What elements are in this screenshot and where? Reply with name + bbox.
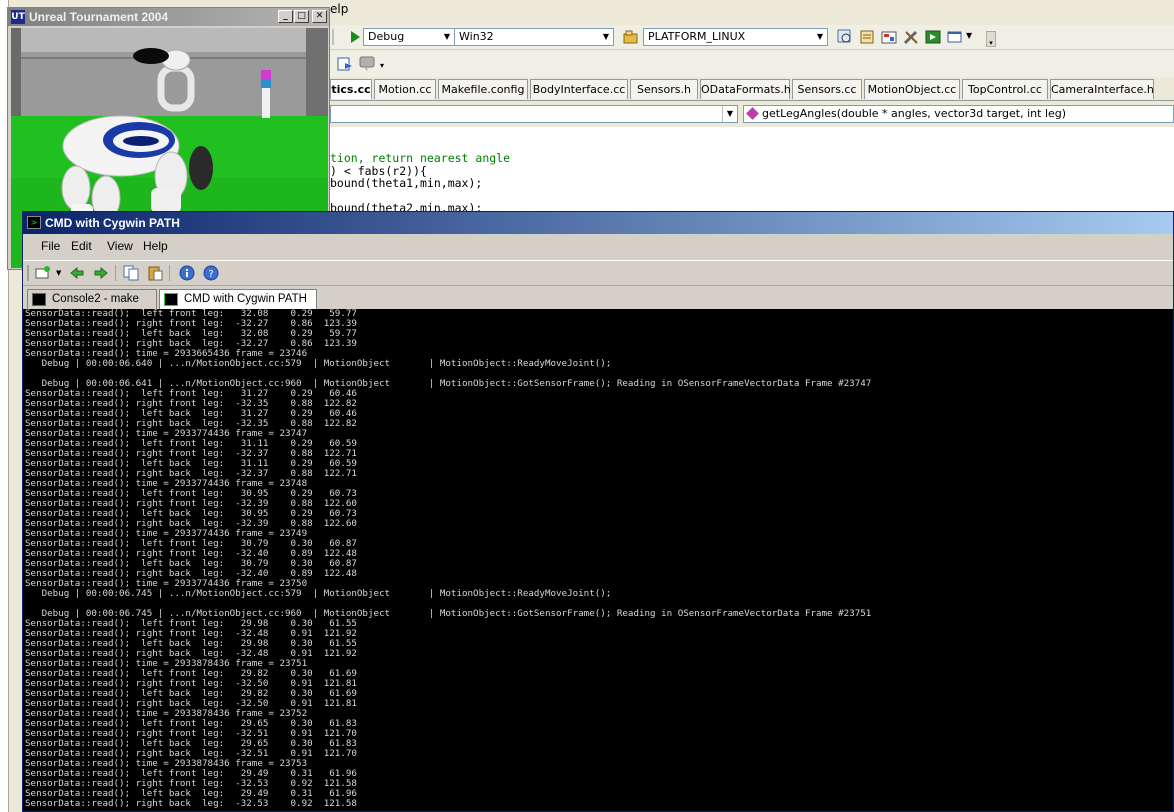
svg-text:?: ? (208, 269, 213, 280)
build-icon[interactable] (924, 28, 942, 46)
console-app-icon: > (27, 216, 41, 229)
find-combo[interactable]: PLATFORM_LINUX ▼ (643, 28, 828, 46)
vs-secondary-toolbar: ▾ (330, 51, 1174, 77)
toolbar-overflow-icon[interactable]: ▾ (380, 61, 384, 70)
console-toolbar: ▼ ? (23, 260, 1173, 286)
menu-view[interactable]: View (107, 239, 133, 253)
chevron-down-icon: ▼ (816, 32, 824, 41)
chevron-down-icon: ▼ (602, 32, 610, 41)
vs-menu-help[interactable]: elp (330, 2, 348, 16)
console-window-title: CMD with Cygwin PATH (45, 216, 180, 230)
function-combo[interactable]: getLegAngles(double * angles, vector3d t… (743, 105, 1174, 123)
solution-config-combo[interactable]: Debug ▼ (363, 28, 455, 46)
ut-titlebar[interactable]: UT Unreal Tournament 2004 _ □ ✕ (8, 8, 329, 26)
console2-window[interactable]: > CMD with Cygwin PATH File Edit View He… (22, 211, 1174, 812)
toolbar-separator (115, 265, 116, 281)
terminal-line: SensorData::read(); right back leg: -32.… (25, 798, 357, 809)
solution-platform-combo[interactable]: Win32 ▼ (454, 28, 614, 46)
previous-tab-icon[interactable] (69, 265, 85, 281)
doc-tab-motionobject[interactable]: MotionObject.cc (864, 79, 960, 99)
terminal-line: Debug | 00:00:06.745 | ...n/MotionObject… (25, 588, 612, 599)
solution-platform-value: Win32 (459, 30, 494, 43)
solution-config-value: Debug (368, 30, 405, 43)
menu-file[interactable]: File (41, 239, 60, 253)
toolbar-separator (169, 265, 170, 281)
find-combo-value: PLATFORM_LINUX (648, 30, 746, 43)
dropdown-arrow-icon[interactable]: ▼ (966, 31, 972, 40)
doc-tab-topcontrol[interactable]: TopControl.cc (962, 79, 1048, 99)
ut-logo-icon: UT (11, 10, 25, 24)
console-tab-make-test[interactable]: Console2 - make test (27, 289, 157, 324)
code-line: bound(theta1,min,max); (330, 176, 483, 190)
new-tab-icon[interactable] (35, 265, 51, 281)
function-combo-value: getLegAngles(double * angles, vector3d t… (762, 107, 1067, 120)
comment-icon[interactable] (358, 55, 376, 73)
chevron-down-icon: ▼ (443, 32, 451, 41)
tools-icon[interactable] (902, 28, 920, 46)
object-browser-icon[interactable] (880, 28, 898, 46)
class-combo[interactable]: ▼ (330, 105, 738, 123)
chevron-down-icon: ▼ (722, 106, 737, 122)
doc-tab-sensors-cc[interactable]: Sensors.cc (792, 79, 862, 99)
menu-edit[interactable]: Edit (71, 239, 92, 253)
close-button[interactable]: ✕ (312, 10, 327, 23)
help-icon[interactable]: ? (203, 265, 219, 281)
doc-tab-makefile[interactable]: Makefile.config (438, 79, 528, 99)
vs-document-tabs: tics.cc Motion.cc Makefile.config BodyIn… (330, 78, 1174, 101)
console-titlebar[interactable]: > CMD with Cygwin PATH (23, 212, 1173, 234)
code-text: tion, return nearest angle ) < fabs(r2))… (330, 152, 510, 215)
console-tab-label: CMD with Cygwin PATH (184, 293, 307, 305)
paste-icon[interactable] (147, 265, 163, 281)
doc-tab-bodyinterface[interactable]: BodyInterface.cc (530, 79, 628, 99)
terminal-output[interactable]: SensorData::read(); left front leg: 32.0… (23, 309, 1173, 811)
menu-help[interactable]: Help (143, 239, 168, 253)
new-tab-dropdown-icon[interactable]: ▼ (56, 269, 61, 277)
console-menubar: File Edit View Help (23, 236, 1173, 256)
doc-tab-odataformats[interactable]: ODataFormats.h (700, 79, 791, 99)
console-tabbar: Console2 - make test CMD with Cygwin PAT… (23, 287, 1173, 324)
bookmark-icon[interactable] (336, 55, 354, 73)
properties-icon[interactable] (858, 28, 876, 46)
doc-tab-sensors-h[interactable]: Sensors.h (630, 79, 698, 99)
toolbar-grip (27, 265, 29, 281)
doc-tab-active[interactable]: tics.cc (330, 79, 372, 99)
toolbar-overflow-icon[interactable]: ▾ (986, 31, 996, 47)
info-icon[interactable] (179, 265, 195, 281)
vs-menubar: elp (330, 2, 348, 22)
terminal-line: Debug | 00:00:06.640 | ...n/MotionObject… (25, 358, 612, 369)
command-window-icon[interactable] (946, 28, 964, 46)
maximize-button[interactable]: □ (294, 10, 309, 23)
next-tab-icon[interactable] (93, 265, 109, 281)
method-icon (746, 107, 759, 120)
vs-navigation-bar: ▼ getLegAngles(double * angles, vector3d… (330, 102, 1174, 126)
vs-standard-toolbar: Debug ▼ Win32 ▼ PLATFORM_LINUX ▼ ▼ ▾ (330, 25, 1174, 50)
find-icon[interactable] (836, 28, 854, 46)
copy-icon[interactable] (123, 265, 139, 281)
doc-tab-motion[interactable]: Motion.cc (374, 79, 436, 99)
doc-tab-camerainterface[interactable]: CameraInterface.h (1050, 79, 1154, 99)
minimize-button[interactable]: _ (278, 10, 293, 23)
terminal-text: SensorData::read(); left front leg: 32.0… (23, 309, 1173, 809)
toolbar-grip (332, 29, 334, 45)
console-tab-icon (164, 293, 178, 306)
console-tab-cygwin[interactable]: CMD with Cygwin PATH (159, 289, 317, 309)
find-in-files-icon[interactable] (622, 28, 640, 46)
start-debug-icon[interactable] (346, 28, 364, 46)
console-tab-icon (32, 293, 46, 306)
ut-window-title: Unreal Tournament 2004 (29, 10, 169, 24)
